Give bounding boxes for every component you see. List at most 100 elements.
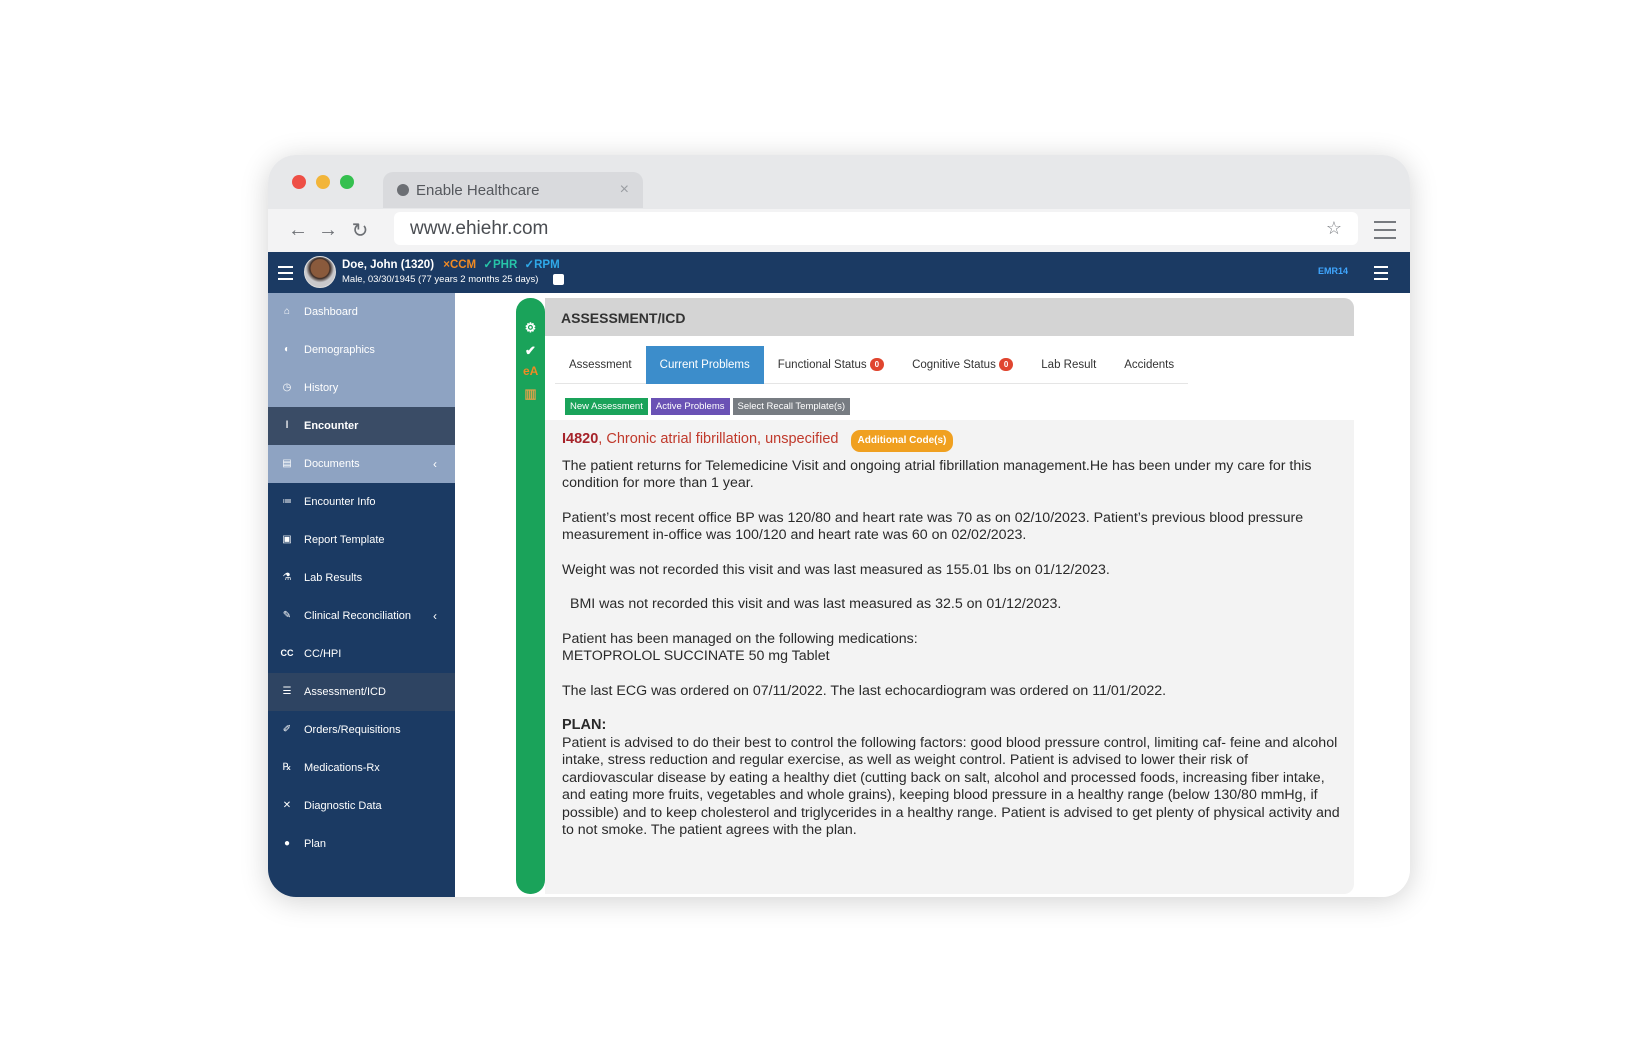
patient-info: Male, 03/30/1945 (77 years 2 months 25 d… — [342, 274, 539, 285]
tab-assessment[interactable]: Assessment — [555, 346, 646, 384]
hamburger-menu-icon[interactable] — [278, 266, 293, 284]
sidebar-item-encounter-info[interactable]: ≔ Encounter Info — [268, 483, 455, 521]
sidebar-item-assessment-icd[interactable]: ☰ Assessment/ICD — [268, 673, 455, 711]
sidebar-item-report-template[interactable]: ▣ Report Template — [268, 521, 455, 559]
sidebar-item-label: Plan — [304, 838, 327, 850]
emr-label[interactable]: EMR14 — [1318, 266, 1348, 276]
sidebar-item-label: Encounter Info — [304, 496, 376, 508]
tab-label: Accidents — [1124, 358, 1175, 371]
sidebar-item-cc-hpi[interactable]: CC CC/HPI — [268, 635, 455, 673]
phr-tag[interactable]: ✓PHR — [483, 259, 517, 271]
panel-header: ASSESSMENT/ICD — [545, 298, 1354, 336]
vitals-paragraph: Patient’s most recent office BP was 120/… — [562, 509, 1304, 544]
tab-accidents[interactable]: Accidents — [1110, 346, 1188, 384]
pen-icon: ✐ — [282, 724, 292, 735]
tab-label: Current Problems — [659, 358, 750, 371]
bmi-paragraph: BMI was not recorded this visit and was … — [570, 596, 1062, 612]
tab-cognitive-status[interactable]: Cognitive Status 0 — [898, 346, 1027, 384]
demographics-icon: ◐ — [283, 344, 291, 355]
minimize-window-button[interactable] — [316, 175, 330, 189]
encounter-icon: ǀ — [285, 420, 289, 431]
chevron-left-icon: ‹ — [433, 457, 437, 471]
history-icon: ◷ — [282, 382, 292, 393]
sidebar-item-label: Assessment/ICD — [304, 686, 386, 698]
cc-icon: CC — [280, 648, 294, 658]
browser-tab[interactable]: Enable Healthcare × — [383, 172, 643, 208]
edit-document-icon: ✎ — [282, 610, 292, 621]
app-menu-icon[interactable] — [1374, 266, 1388, 284]
sidebar-item-dashboard[interactable]: ⌂ Dashboard — [268, 293, 455, 331]
sidebar-item-plan[interactable]: ● Plan — [268, 825, 455, 863]
icd-description: , Chronic atrial fibrillation, unspecifi… — [598, 431, 839, 447]
browser-chrome: Enable Healthcare × ← → ↻ www.ehiehr.com… — [268, 155, 1410, 252]
tab-label: Functional Status — [777, 358, 867, 371]
ccm-tag[interactable]: ×CCM — [443, 259, 476, 271]
clipboard-check-icon: ▣ — [282, 534, 292, 545]
tab-label: Cognitive Status — [912, 358, 996, 371]
sidebar: ⌂ Dashboard ◐ Demographics ◷ History ǀ Encou… — [268, 293, 455, 897]
rpm-tag[interactable]: ✓RPM — [524, 259, 559, 271]
sidebar-item-label: Encounter — [304, 420, 359, 432]
browser-menu-icon[interactable] — [1374, 221, 1396, 245]
back-arrow-icon[interactable]: ← — [288, 219, 308, 242]
sidebar-item-diagnostic-data[interactable]: ✕ Diagnostic Data — [268, 787, 455, 825]
trash-icon[interactable]: ▥ — [523, 386, 538, 401]
panel-title: ASSESSMENT/ICD — [561, 310, 686, 326]
sidebar-item-medications-rx[interactable]: ℞ Medications-Rx — [268, 749, 455, 787]
chevron-left-icon: ‹ — [433, 609, 437, 623]
sidebar-item-label: Diagnostic Data — [304, 800, 382, 812]
sidebar-item-clinical-reconciliation[interactable]: ✎ Clinical Reconciliation ‹ — [268, 597, 455, 635]
tab-label: Assessment — [569, 358, 632, 371]
sidebar-item-lab-results[interactable]: ⚗ Lab Results — [268, 559, 455, 597]
window-controls — [292, 175, 354, 189]
close-tab-icon[interactable]: × — [620, 181, 629, 199]
phone-icon[interactable] — [553, 274, 564, 285]
maximize-window-button[interactable] — [340, 175, 354, 189]
tab-bar: Assessment Current Problems Functional S… — [555, 345, 1189, 384]
select-recall-template-button[interactable]: Select Recall Template(s) — [732, 398, 851, 415]
action-rail: ⚙ ✔ eA ▥ — [516, 298, 545, 894]
sidebar-item-history[interactable]: ◷ History — [268, 369, 455, 407]
sidebar-item-encounter[interactable]: ǀ Encounter — [268, 407, 455, 445]
sidebar-item-demographics[interactable]: ◐ Demographics — [268, 331, 455, 369]
sidebar-item-label: Dashboard — [304, 306, 358, 318]
home-icon: ⌂ — [283, 306, 291, 317]
assessment-panel: ASSESSMENT/ICD Assessment Current Proble… — [545, 298, 1354, 894]
sidebar-item-orders-requisitions[interactable]: ✐ Orders/Requisitions — [268, 711, 455, 749]
tools-icon: ✕ — [282, 800, 292, 811]
address-bar[interactable]: www.ehiehr.com ☆ — [394, 212, 1358, 245]
tab-label: Lab Result — [1041, 358, 1097, 371]
tab-lab-result[interactable]: Lab Result — [1027, 346, 1110, 384]
sidebar-item-label: Clinical Reconciliation — [304, 610, 411, 622]
prescription-icon: ℞ — [282, 762, 292, 773]
reload-icon[interactable]: ↻ — [350, 218, 370, 243]
ea-icon[interactable]: eA — [523, 364, 538, 379]
patient-name-line: Doe, John (1320) ×CCM ✓PHR ✓RPM — [342, 257, 560, 271]
new-assessment-button[interactable]: New Assessment — [565, 398, 648, 415]
flask-icon: ⚗ — [282, 572, 292, 583]
browser-window: Enable Healthcare × ← → ↻ www.ehiehr.com… — [268, 155, 1410, 897]
sidebar-item-documents[interactable]: ▤ Documents ‹ — [268, 445, 455, 483]
weight-paragraph: Weight was not recorded this visit and w… — [562, 561, 1110, 578]
sidebar-item-label: Demographics — [304, 344, 375, 356]
close-window-button[interactable] — [292, 175, 306, 189]
medications-intro: Patient has been managed on the followin… — [562, 630, 918, 647]
tab-functional-status[interactable]: Functional Status 0 — [764, 346, 898, 384]
icd-code[interactable]: I4820 — [562, 431, 598, 447]
count-badge: 0 — [998, 358, 1014, 371]
medication-item: METOPROLOL SUCCINATE 50 mg Tablet — [562, 648, 830, 664]
patient-name[interactable]: Doe, John (1320) — [342, 259, 434, 271]
tab-title: Enable Healthcare — [416, 181, 540, 199]
forward-arrow-icon[interactable]: → — [318, 219, 338, 242]
tab-current-problems[interactable]: Current Problems — [645, 345, 764, 384]
tabs-area: Assessment Current Problems Functional S… — [545, 336, 1354, 420]
gear-icon[interactable]: ⚙ — [523, 320, 538, 335]
additional-codes-badge[interactable]: Additional Code(s) — [850, 430, 954, 452]
ecg-paragraph: The last ECG was ordered on 07/11/2022. … — [562, 682, 1167, 699]
star-icon[interactable]: ☆ — [1326, 218, 1342, 239]
assessment-body: I4820, Chronic atrial fibrillation, unsp… — [562, 430, 1342, 840]
patient-avatar — [304, 256, 336, 288]
active-problems-button[interactable]: Active Problems — [650, 398, 730, 415]
check-circle-icon[interactable]: ✔ — [523, 343, 538, 358]
plan-heading: PLAN: — [562, 717, 607, 733]
